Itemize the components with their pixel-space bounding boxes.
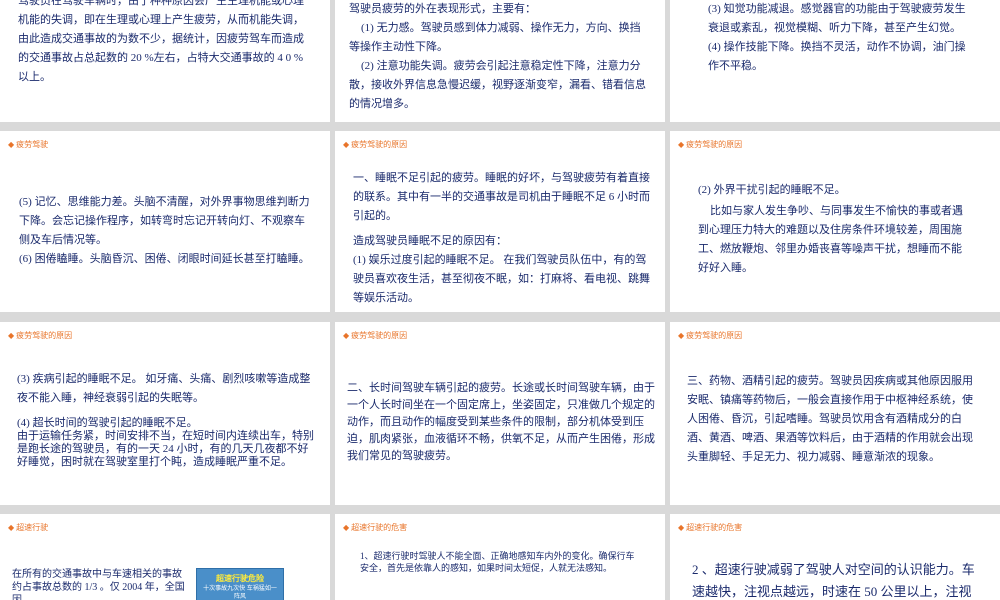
slide-10-body: 在所有的交通事故中与车速相关的事故约占事故总数的 1/3 。仅 2004 年，全…	[12, 568, 190, 600]
slide-8-body: 二、长时间驾驶车辆引起的疲劳。长途或长时间驾驶车辆，由于一个人长时间坐在一个固定…	[347, 380, 655, 465]
slide-1[interactable]: 驾驶员在驾驶车辆时，由于种种原因会产生生理机能或心理机能的失调，即在生理或心理上…	[0, 0, 330, 122]
paragraph: 比如与家人发生争吵、与同事发生不愉快的事或者遇到心理压力特大的难题以及住房条件环…	[698, 205, 963, 274]
diamond-icon: ◆	[343, 140, 350, 149]
slide-header: ◆ 超速行驶的危害	[343, 523, 408, 532]
paragraph: 由于运输任务紧，时间安排不当，在短时间内连续出车，特别是跑长途的驾驶员，有的一天…	[17, 430, 314, 468]
slide-5[interactable]: ◆ 疲劳驾驶的原因 一、睡眠不足引起的疲劳。睡眠的好坏，与驾驶疲劳有着直接的联系。…	[335, 131, 665, 312]
diamond-icon: ◆	[8, 523, 15, 532]
slide-7-body: (3) 疾病引起的睡眠不足。 如牙痛、头痛、剧烈咳嗽等造成整夜不能入睡，神经衰弱…	[17, 370, 317, 469]
slide-4[interactable]: ◆ 疲劳驾驶 (5) 记忆、思维能力差。头脑不清醒，对外界事物思维判断力下降。会忘…	[0, 131, 330, 312]
diamond-icon: ◆	[8, 331, 15, 340]
slide-header: ◆ 疲劳驾驶的原因	[678, 331, 743, 340]
paragraph: (4) 操作技能下降。换挡不灵活，动作不协调，油门操作不平稳。	[708, 41, 966, 72]
paragraph: (3) 疾病引起的睡眠不足。 如牙痛、头痛、剧烈咳嗽等造成整夜不能入睡，神经衰弱…	[17, 373, 311, 404]
paragraph: (3) 知觉功能减退。感觉器官的功能由于驾驶疲劳发生衰退或紊乱，视觉模糊、听力下…	[708, 3, 966, 34]
slide-7[interactable]: ◆ 疲劳驾驶的原因 (3) 疾病引起的睡眠不足。 如牙痛、头痛、剧烈咳嗽等造成整夜…	[0, 322, 330, 505]
slide-2-body: 驾驶员疲劳的外在表现形式，主要有： (1) 无力感。驾驶员感到体力减弱、操作无力…	[349, 0, 649, 114]
paragraph: 在所有的交通事故中与车速相关的事故约占事故总数的 1/3 。仅 2004 年，全…	[12, 569, 185, 600]
slide-header: ◆ 超速行驶	[8, 523, 49, 532]
paragraph: (2) 外界干扰引起的睡眠不足。	[698, 184, 846, 196]
paragraph: 2 、超速行驶减弱了驾驶人对空间的认识能力。车速越快，注视点越远，时速在 50 …	[692, 562, 975, 599]
slide-5-body: 一、睡眠不足引起的疲劳。睡眠的好坏，与驾驶疲劳有着直接的联系。其中有一半的交通事…	[353, 169, 655, 308]
slide-11[interactable]: ◆ 超速行驶的危害 1、超速行驶时驾驶人不能全面、正确地感知车内外的变化。确保行车…	[335, 514, 665, 600]
diamond-icon: ◆	[678, 523, 685, 532]
paragraph: (1) 娱乐过度引起的睡眠不足。 在我们驾驶员队伍中，有的驾驶员喜欢夜生活，甚至…	[353, 254, 650, 304]
paragraph: (1) 无力感。驾驶员感到体力减弱、操作无力，方向、换挡等操作主动性下降。	[349, 22, 641, 53]
slide-2[interactable]: 驾驶员疲劳的外在表现形式，主要有： (1) 无力感。驾驶员感到体力减弱、操作无力…	[335, 0, 665, 122]
paragraph: 三、药物、酒精引起的疲劳。驾驶员因疾病或其他原因服用安眠、镇痛等药物后，一般会直…	[687, 375, 973, 463]
paragraph: (5) 记忆、思维能力差。头脑不清醒，对外界事物思维判断力下降。会忘记操作程序，…	[19, 196, 310, 246]
slide-6[interactable]: ◆ 疲劳驾驶的原因 (2) 外界干扰引起的睡眠不足。 比如与家人发生争吵、与同事发…	[670, 131, 1000, 312]
slide-12[interactable]: ◆ 超速行驶的危害 2 、超速行驶减弱了驾驶人对空间的认识能力。车速越快，注视点越…	[670, 514, 1000, 600]
paragraph: (4) 超长时间的驾驶引起的睡眠不足。	[17, 417, 198, 429]
slide-9[interactable]: ◆ 疲劳驾驶的原因 三、药物、酒精引起的疲劳。驾驶员因疾病或其他原因服用安眠、镇痛…	[670, 322, 1000, 505]
slide-6-body: (2) 外界干扰引起的睡眠不足。 比如与家人发生争吵、与同事发生不愉快的事或者遇…	[698, 181, 970, 278]
diamond-icon: ◆	[678, 140, 685, 149]
paragraph: 1、超速行驶时驾驶人不能全面、正确地感知车内外的变化。确保行车安全，首先是依靠人…	[360, 551, 635, 573]
slide-header: ◆ 疲劳驾驶的原因	[8, 331, 73, 340]
paragraph: 驾驶员在驾驶车辆时，由于种种原因会产生生理机能或心理机能的失调，即在生理或心理上…	[18, 0, 304, 83]
slide-header: ◆ 超速行驶的危害	[678, 523, 743, 532]
slide-11-body: 1、超速行驶时驾驶人不能全面、正确地感知车内外的变化。确保行车安全，首先是依靠人…	[360, 550, 640, 574]
diamond-icon: ◆	[678, 331, 685, 340]
speeding-poster-image: 超速行驶危险 十次事故九次快 车祸猛如一阵风	[196, 568, 284, 600]
slide-10[interactable]: ◆ 超速行驶 在所有的交通事故中与车速相关的事故约占事故总数的 1/3 。仅 20…	[0, 514, 330, 600]
slide-1-body: 驾驶员在驾驶车辆时，由于种种原因会产生生理机能或心理机能的失调，即在生理或心理上…	[18, 0, 313, 87]
slide-header: ◆ 疲劳驾驶的原因	[343, 140, 408, 149]
paragraph: 造成驾驶员睡眠不足的原因有：	[353, 235, 507, 247]
paragraph: 二、长时间驾驶车辆引起的疲劳。长途或长时间驾驶车辆，由于一个人长时间坐在一个固定…	[347, 382, 655, 462]
slide-3-body: (3) 知觉功能减退。感觉器官的功能由于驾驶疲劳发生衰退或紊乱，视觉模糊、听力下…	[708, 0, 970, 76]
slide-12-body: 2 、超速行驶减弱了驾驶人对空间的认识能力。车速越快，注视点越远，时速在 50 …	[692, 559, 982, 600]
slide-4-body: (5) 记忆、思维能力差。头脑不清醒，对外界事物思维判断力下降。会忘记操作程序，…	[19, 193, 314, 269]
poster-caption: 十次事故九次快 车祸猛如一阵风	[203, 586, 277, 600]
paragraph: 一、睡眠不足引起的疲劳。睡眠的好坏，与驾驶疲劳有着直接的联系。其中有一半的交通事…	[353, 172, 650, 222]
poster-title: 超速行驶危险	[216, 574, 264, 583]
paragraph: 驾驶员疲劳的外在表现形式，主要有：	[349, 3, 536, 15]
diamond-icon: ◆	[343, 331, 350, 340]
slide-3[interactable]: (3) 知觉功能减退。感觉器官的功能由于驾驶疲劳发生衰退或紊乱，视觉模糊、听力下…	[670, 0, 1000, 122]
slide-9-body: 三、药物、酒精引起的疲劳。驾驶员因疾病或其他原因服用安眠、镇痛等药物后，一般会直…	[687, 372, 983, 467]
slide-header: ◆ 疲劳驾驶	[8, 140, 49, 149]
paragraph: (2) 注意功能失调。疲劳会引起注意稳定性下降，注意力分散，接收外界信息急慢迟缓…	[349, 60, 646, 110]
slide-8[interactable]: ◆ 疲劳驾驶的原因 二、长时间驾驶车辆引起的疲劳。长途或长时间驾驶车辆，由于一个人…	[335, 322, 665, 505]
slide-header: ◆ 疲劳驾驶的原因	[678, 140, 743, 149]
diamond-icon: ◆	[343, 523, 350, 532]
diamond-icon: ◆	[8, 140, 15, 149]
paragraph: (6) 困倦瞌睡。头脑昏沉、困倦、闭眼时间延长甚至打瞌睡。	[19, 253, 310, 265]
slide-header: ◆ 疲劳驾驶的原因	[343, 331, 408, 340]
